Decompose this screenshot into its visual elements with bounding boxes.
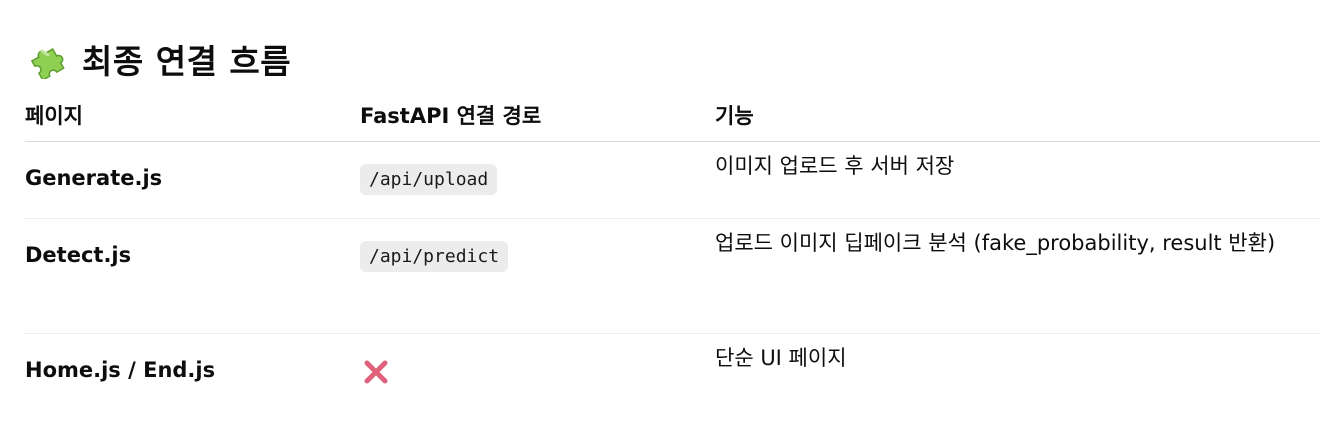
function-description: 이미지 업로드 후 서버 저장 [715,154,955,178]
cross-mark-icon [364,360,388,384]
page-name: Home.js / End.js [25,358,216,382]
function-description: 단순 UI 페이지 [715,346,847,370]
table-header-row: 페이지 FastAPI 연결 경로 기능 [25,88,1320,142]
table-row: Generate.js /api/upload 이미지 업로드 후 서버 저장 [25,141,1320,219]
puzzle-piece-icon [30,48,65,79]
page-name: Generate.js [25,166,163,190]
api-route: /api/upload [360,164,498,195]
section-title: 최종 연결 흐름 [82,42,292,81]
column-header-page: 페이지 [25,88,360,142]
page-name: Detect.js [25,243,132,267]
connection-flow-table: 페이지 FastAPI 연결 경로 기능 Generate.js /api/up… [25,88,1320,410]
api-route: /api/predict [360,241,509,272]
table-row: Home.js / End.js 단순 UI 페이지 [25,334,1320,411]
table-row: Detect.js /api/predict 업로드 이미지 딥페이크 분석 (… [25,218,1320,334]
column-header-function: 기능 [715,88,1320,142]
section-heading: 최종 연결 흐름 [28,34,291,84]
function-description: 업로드 이미지 딥페이크 분석 (fake_probability, resul… [715,231,1276,255]
column-header-route: FastAPI 연결 경로 [360,88,715,142]
